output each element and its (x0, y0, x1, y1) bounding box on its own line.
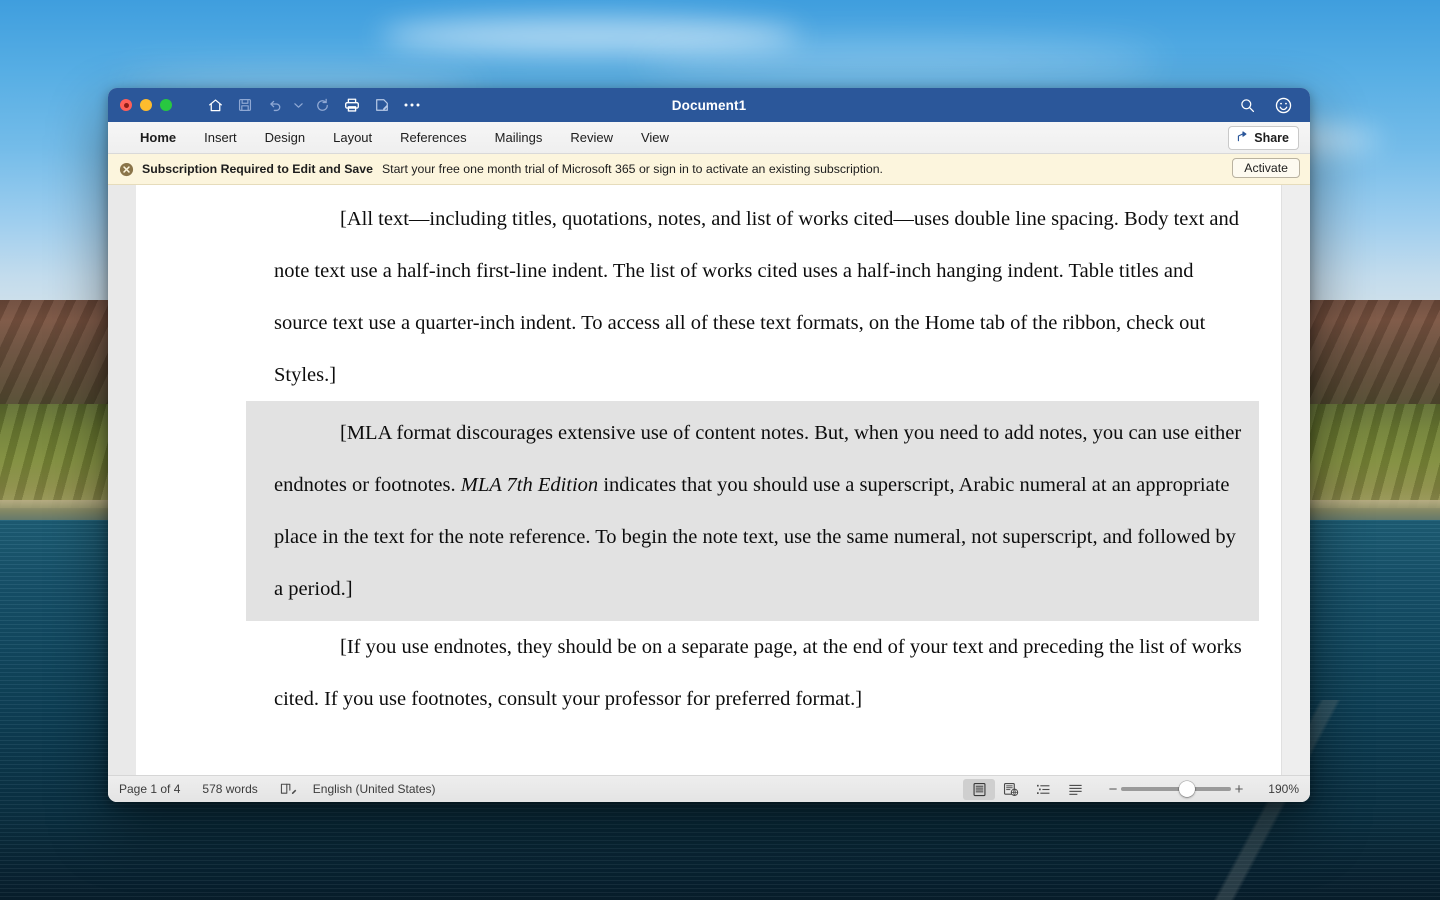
print-layout-view-button[interactable] (963, 778, 995, 800)
more-options-icon[interactable] (399, 93, 425, 117)
share-icon (1236, 130, 1249, 146)
tab-design[interactable]: Design (251, 126, 319, 149)
outline-view-button[interactable] (1027, 779, 1059, 800)
tab-references[interactable]: References (386, 126, 480, 149)
ribbon-tab-bar: Home Insert Design Layout References Mai… (108, 122, 1310, 154)
proofing-errors-icon[interactable] (280, 782, 297, 796)
activate-button[interactable]: Activate (1232, 158, 1300, 178)
minimize-button[interactable] (140, 99, 152, 111)
search-icon[interactable] (1234, 93, 1260, 117)
status-bar-right: − + 190% (963, 778, 1299, 800)
notification-message: Start your free one month trial of Micro… (381, 162, 883, 176)
print-icon[interactable] (339, 93, 365, 117)
quick-access-toolbar (202, 93, 425, 117)
titlebar-actions (1234, 93, 1296, 117)
zoom-slider-track (1121, 787, 1231, 791)
zoom-controls: − + 190% (1105, 781, 1299, 798)
undo-icon[interactable] (262, 93, 288, 117)
language-label[interactable]: English (United States) (313, 782, 436, 796)
notification-title: Subscription Required to Edit and Save (142, 162, 373, 176)
save-icon[interactable] (232, 93, 258, 117)
ribbon-tabs: Home Insert Design Layout References Mai… (108, 126, 683, 149)
undo-dropdown-chevron-icon[interactable] (292, 102, 305, 109)
paragraph-3[interactable]: [If you use endnotes, they should be on … (274, 621, 1250, 725)
status-bar: Page 1 of 4 578 words English (United St… (108, 775, 1310, 802)
zoom-out-button[interactable]: − (1105, 781, 1121, 798)
view-mode-buttons (963, 778, 1091, 800)
word-count-label[interactable]: 578 words (202, 782, 257, 796)
subscription-notification-bar: Subscription Required to Edit and Save S… (108, 154, 1310, 185)
zoom-slider[interactable] (1121, 781, 1231, 797)
page-count-label[interactable]: Page 1 of 4 (119, 782, 180, 796)
home-icon[interactable] (202, 93, 228, 117)
tab-mailings[interactable]: Mailings (481, 126, 557, 149)
maximize-button[interactable] (160, 99, 172, 111)
tab-review[interactable]: Review (556, 126, 627, 149)
paragraph-2-selected[interactable]: [MLA format discourages extensive use of… (246, 401, 1259, 621)
window-controls (120, 99, 172, 111)
tab-view[interactable]: View (627, 126, 683, 149)
draft-view-button[interactable] (1059, 779, 1091, 800)
wallpaper-cloud (640, 46, 1160, 76)
document-page[interactable]: [All text—including titles, quotations, … (136, 185, 1281, 775)
redo-icon[interactable] (309, 93, 335, 117)
web-layout-view-button[interactable] (995, 779, 1027, 800)
vertical-scrollbar[interactable] (1281, 185, 1310, 775)
account-smiley-icon[interactable] (1270, 93, 1296, 117)
error-circle-x-icon (119, 162, 134, 177)
window-titlebar: Document1 (108, 88, 1310, 122)
paragraph-2-run-2-italic: MLA 7th Edition (460, 474, 599, 496)
tab-layout[interactable]: Layout (319, 126, 386, 149)
close-button[interactable] (120, 99, 132, 111)
document-text-body[interactable]: [All text—including titles, quotations, … (246, 193, 1259, 725)
save-as-icon[interactable] (369, 93, 395, 117)
paragraph-1[interactable]: [All text—including titles, quotations, … (274, 193, 1250, 401)
document-canvas[interactable]: [All text—including titles, quotations, … (108, 185, 1310, 775)
share-button[interactable]: Share (1228, 126, 1299, 150)
zoom-in-button[interactable]: + (1231, 781, 1247, 798)
word-application-window: Document1 Home Insert Design Layout Refe… (108, 88, 1310, 802)
share-button-label: Share (1254, 131, 1289, 145)
tab-home[interactable]: Home (126, 126, 190, 149)
tab-insert[interactable]: Insert (190, 126, 251, 149)
zoom-slider-thumb[interactable] (1179, 781, 1195, 797)
zoom-level-label[interactable]: 190% (1259, 782, 1299, 796)
